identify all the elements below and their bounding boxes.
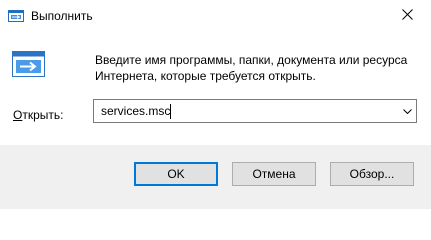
run-program-icon: [12, 51, 45, 77]
title-bar: Выполнить: [0, 0, 431, 30]
open-input[interactable]: services.msc: [101, 105, 170, 118]
browse-button[interactable]: Обзор...: [330, 162, 414, 186]
cancel-button[interactable]: Отмена: [232, 162, 316, 186]
ok-button[interactable]: OK: [134, 162, 218, 186]
text-caret: [170, 104, 171, 119]
open-label-accesskey: О: [13, 108, 23, 122]
chevron-down-icon: [403, 109, 412, 114]
window-title: Выполнить: [31, 9, 93, 23]
open-label-text: ткрыть:: [22, 108, 64, 122]
open-label: Открыть:: [13, 108, 63, 122]
open-combobox[interactable]: services.msc: [93, 99, 417, 123]
close-icon: [402, 9, 413, 20]
dropdown-button[interactable]: [398, 100, 416, 122]
instructions-text: Введите имя программы, папки, документа …: [95, 53, 408, 83]
button-bar: OK Отмена Обзор...: [0, 145, 431, 209]
close-button[interactable]: [385, 0, 431, 30]
run-app-icon: [8, 8, 24, 24]
